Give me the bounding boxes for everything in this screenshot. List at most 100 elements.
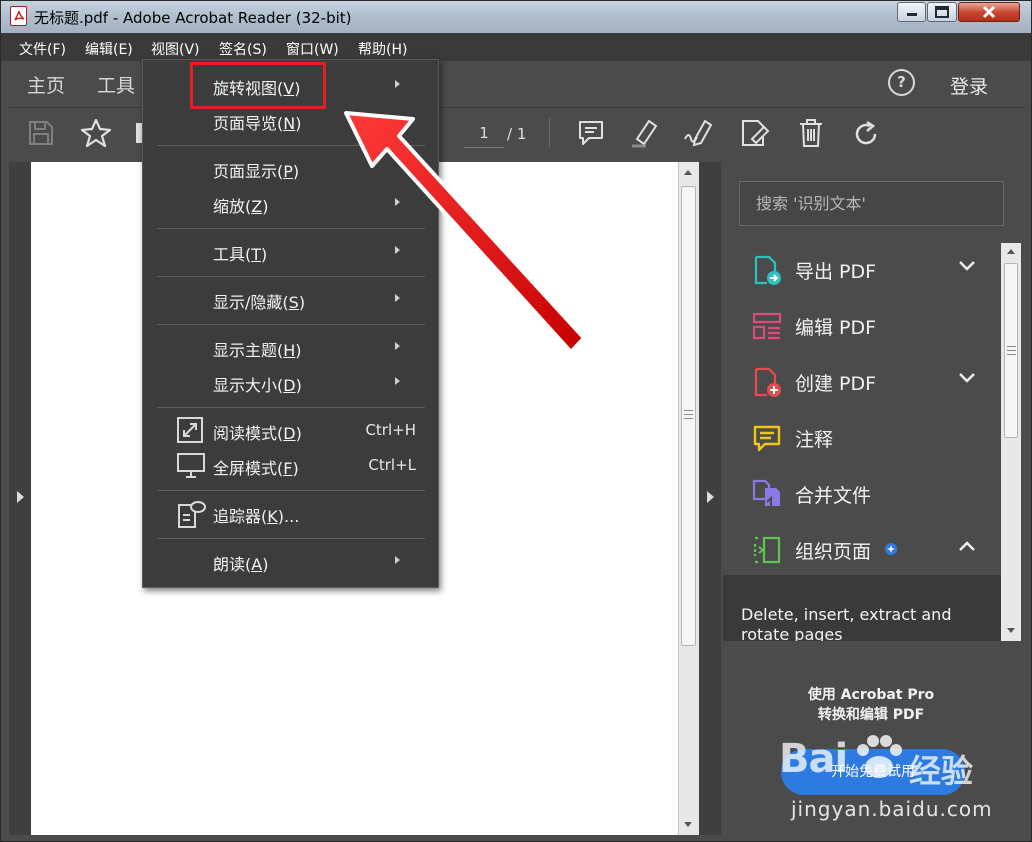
- tab-tools[interactable]: 工具: [97, 71, 135, 98]
- save-icon[interactable]: [27, 119, 55, 147]
- menu-item-page-display[interactable]: 页面显示(P): [143, 152, 438, 186]
- reading-mode-icon: [177, 417, 203, 443]
- scroll-down-icon[interactable]: [684, 822, 692, 827]
- tool-search-input[interactable]: 搜索 '识别文本': [739, 181, 1004, 226]
- comment-tool-icon[interactable]: [576, 118, 606, 148]
- menu-item-tools[interactable]: 工具(T): [143, 235, 438, 269]
- scroll-down-icon[interactable]: [1007, 628, 1015, 633]
- menu-item-label: 工具(T): [213, 245, 268, 264]
- tool-description: Delete, insert, extract and rotate pages: [741, 605, 952, 641]
- tool-comment[interactable]: 注释: [723, 412, 1001, 464]
- view-menu-dropdown: 旋转视图(V) 页面导览(N) 页面显示(P) 缩放(Z) 工具(T) 显示/隐…: [142, 59, 439, 588]
- menu-item-label: 显示/隐藏(S): [213, 293, 306, 312]
- page-number-input[interactable]: 1: [464, 118, 504, 148]
- star-icon[interactable]: [80, 117, 112, 149]
- tool-label: 注释: [795, 429, 834, 451]
- menu-item-label: 全屏模式(F): [213, 459, 299, 478]
- combine-files-icon: [752, 479, 780, 506]
- menu-item-display-theme[interactable]: 显示主题(H): [143, 331, 438, 365]
- login-button[interactable]: 登录: [950, 72, 988, 99]
- baidu-watermark-logo: Bai: [779, 736, 848, 782]
- tool-export-pdf[interactable]: 导出 PDF: [723, 244, 1001, 296]
- chevron-down-icon[interactable]: [958, 372, 976, 384]
- window-title: 无标题.pdf - Adobe Acrobat Reader (32-bit): [34, 9, 352, 27]
- help-icon[interactable]: ?: [888, 69, 915, 96]
- menu-edit[interactable]: 编辑(E): [85, 39, 133, 59]
- menu-item-label: 页面导览(N): [213, 114, 302, 133]
- chevron-down-icon[interactable]: [958, 260, 976, 272]
- scroll-up-icon[interactable]: [684, 170, 692, 175]
- menu-item-full-screen[interactable]: 全屏模式(F) Ctrl+L: [143, 449, 438, 483]
- maximize-button[interactable]: [927, 2, 957, 22]
- comment-icon: [753, 425, 781, 452]
- submenu-arrow-icon: [395, 80, 400, 88]
- submenu-arrow-icon: [395, 556, 400, 564]
- edit-pdf-icon: [752, 312, 782, 340]
- menu-separator: [157, 407, 425, 408]
- highlight-tool-icon[interactable]: [629, 117, 661, 149]
- menu-sign[interactable]: 签名(S): [219, 39, 267, 59]
- menu-window[interactable]: 窗口(W): [286, 39, 339, 59]
- menu-item-page-navigation[interactable]: 页面导览(N): [143, 104, 438, 138]
- minimize-button[interactable]: [897, 2, 926, 22]
- baidu-paw-icon: [857, 735, 902, 778]
- menu-item-show-hide[interactable]: 显示/隐藏(S): [143, 283, 438, 317]
- tool-label: 创建 PDF: [795, 373, 877, 395]
- tool-label: 合并文件: [795, 485, 872, 507]
- menu-item-reading-mode[interactable]: 阅读模式(D) Ctrl+H: [143, 414, 438, 448]
- page-total: / 1: [507, 125, 527, 143]
- menu-view[interactable]: 视图(V): [151, 39, 200, 59]
- menu-item-display-size[interactable]: 显示大小(D): [143, 366, 438, 400]
- create-pdf-icon: [754, 367, 781, 397]
- scroll-up-icon[interactable]: [1007, 249, 1015, 254]
- toolbar-divider: [549, 118, 550, 148]
- menu-shortcut: Ctrl+L: [368, 456, 416, 474]
- menu-item-label: 追踪器(K)...: [213, 507, 300, 526]
- tool-organize-pages[interactable]: 组织页面: [723, 524, 1001, 576]
- organize-pages-icon: [753, 536, 781, 564]
- expand-left-panel-icon[interactable]: [17, 491, 24, 503]
- tool-label: 组织页面: [795, 541, 872, 563]
- submenu-arrow-icon: [395, 115, 400, 123]
- tracker-icon: [178, 501, 206, 528]
- submenu-arrow-icon: [395, 377, 400, 385]
- scrollbar-grip: [1007, 346, 1016, 355]
- menu-item-tracker[interactable]: 追踪器(K)...: [143, 497, 438, 531]
- menu-separator: [157, 145, 425, 146]
- menu-item-zoom[interactable]: 缩放(Z): [143, 187, 438, 221]
- menu-item-label: 显示大小(D): [213, 376, 302, 395]
- tab-home[interactable]: 主页: [27, 71, 65, 98]
- tool-label: 导出 PDF: [795, 261, 877, 283]
- menu-separator: [157, 228, 425, 229]
- collapse-right-panel-icon[interactable]: [707, 491, 714, 503]
- submenu-arrow-icon: [395, 198, 400, 206]
- full-screen-icon: [177, 453, 205, 478]
- submenu-arrow-icon: [395, 342, 400, 350]
- tool-combine-files[interactable]: 合并文件: [723, 468, 1001, 520]
- sign-tool-icon[interactable]: [683, 117, 717, 149]
- fill-sign-icon[interactable]: [738, 117, 772, 149]
- menu-file[interactable]: 文件(F): [19, 39, 66, 59]
- menu-bar: 文件(F) 编辑(E) 视图(V) 签名(S) 窗口(W) 帮助(H): [1, 33, 1031, 61]
- menu-separator: [157, 324, 425, 325]
- submenu-arrow-icon: [395, 294, 400, 302]
- menu-item-label: 显示主题(H): [213, 341, 302, 360]
- baidu-watermark-jingyan: 经验: [909, 752, 974, 790]
- chevron-up-icon[interactable]: [958, 540, 976, 552]
- acrobat-pdf-icon: [10, 6, 27, 26]
- menu-item-read-aloud[interactable]: 朗读(A): [143, 545, 438, 579]
- menu-item-label: 朗读(A): [213, 555, 269, 574]
- promo-line-1: 使用 Acrobat Pro: [807, 687, 935, 703]
- tool-label: 编辑 PDF: [795, 317, 877, 339]
- close-button[interactable]: [958, 2, 1020, 22]
- tool-edit-pdf[interactable]: 编辑 PDF: [723, 300, 1001, 352]
- menu-help[interactable]: 帮助(H): [358, 39, 407, 59]
- tool-create-pdf[interactable]: 创建 PDF: [723, 356, 1001, 408]
- new-feature-badge-icon: [885, 543, 897, 555]
- rotate-icon[interactable]: [851, 119, 881, 149]
- delete-icon[interactable]: [796, 117, 826, 149]
- submenu-arrow-icon: [395, 246, 400, 254]
- menu-item-label: 页面显示(P): [213, 162, 300, 181]
- menu-item-label: 阅读模式(D): [213, 424, 302, 443]
- menu-separator: [157, 538, 425, 539]
